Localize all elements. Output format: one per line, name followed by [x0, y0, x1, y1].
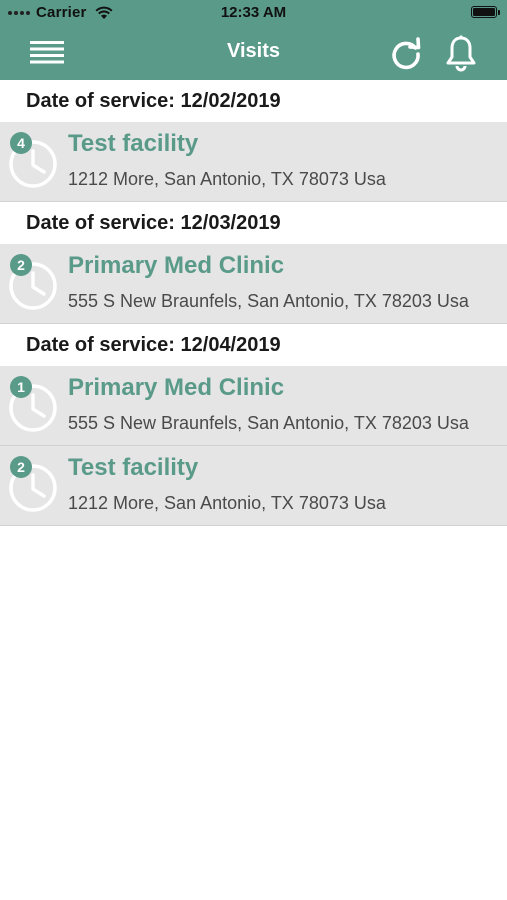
visit-count-badge: 4 — [10, 132, 32, 154]
status-time: 12:33 AM — [220, 4, 287, 21]
nav-bar: Visits — [0, 26, 507, 80]
visit-row[interactable]: 1 Primary Med Clinic 555 S New Braunfels… — [0, 366, 507, 446]
date-header: Date of service: 12/03/2019 — [0, 202, 507, 244]
visit-row[interactable]: 2 Primary Med Clinic 555 S New Braunfels… — [0, 244, 507, 324]
status-bar: Carrier 12:33 AM — [0, 0, 507, 26]
date-header: Date of service: 12/04/2019 — [0, 324, 507, 366]
visit-count-badge: 2 — [10, 254, 32, 276]
facility-address: 555 S New Braunfels, San Antonio, TX 782… — [68, 291, 469, 311]
visit-count-badge: 1 — [10, 376, 32, 398]
visit-count-badge: 2 — [10, 456, 32, 478]
facility-name: Primary Med Clinic — [68, 374, 285, 401]
facility-name: Primary Med Clinic — [68, 252, 285, 279]
visits-list: Date of service: 12/02/2019 4 Test facil… — [0, 80, 507, 526]
battery-icon — [471, 6, 500, 18]
facility-address: 1212 More, San Antonio, TX 78073 Usa — [68, 169, 386, 189]
date-header: Date of service: 12/02/2019 — [0, 80, 507, 122]
notifications-button[interactable] — [444, 34, 478, 72]
page-title: Visits — [227, 40, 280, 62]
bell-icon — [446, 35, 476, 72]
facility-address: 555 S New Braunfels, San Antonio, TX 782… — [68, 413, 469, 433]
refresh-icon — [392, 37, 421, 70]
facility-name: Test facility — [68, 130, 199, 157]
visit-row[interactable]: 2 Test facility 1212 More, San Antonio, … — [0, 446, 507, 526]
refresh-button[interactable] — [388, 36, 424, 72]
visit-row[interactable]: 4 Test facility 1212 More, San Antonio, … — [0, 122, 507, 202]
facility-name: Test facility — [68, 454, 199, 481]
app-header: Carrier 12:33 AM Visits — [0, 0, 507, 80]
facility-address: 1212 More, San Antonio, TX 78073 Usa — [68, 493, 386, 513]
